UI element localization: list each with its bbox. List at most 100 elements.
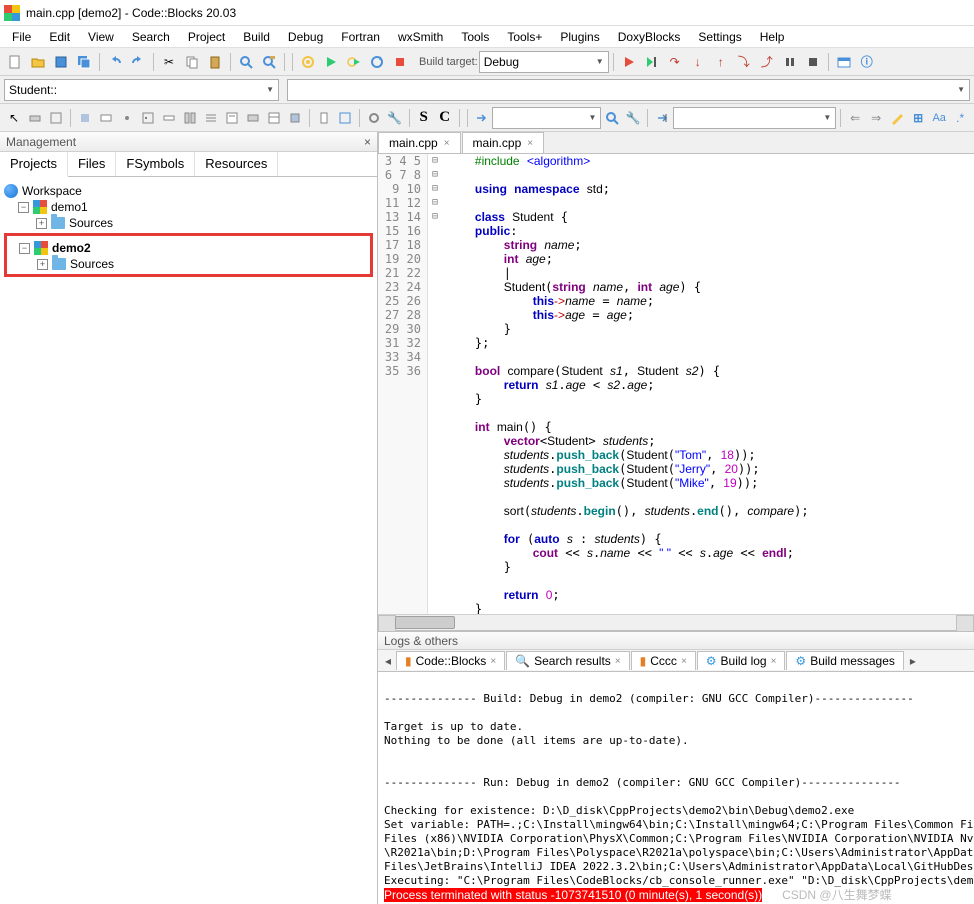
project-demo2[interactable]: − demo2 — [9, 240, 368, 256]
open-icon[interactable] — [27, 51, 49, 73]
build-target-combo[interactable]: Debug▼ — [479, 51, 609, 73]
sources-demo2[interactable]: + Sources — [9, 256, 368, 272]
wrench-icon[interactable]: 🔧 — [385, 107, 405, 129]
cursor-icon[interactable]: ↖ — [4, 107, 24, 129]
fold-column[interactable]: ⊟ ⊟ ⊟ ⊟ ⊟ — [428, 154, 442, 614]
break-icon[interactable] — [779, 51, 801, 73]
stop-debug-icon[interactable] — [802, 51, 824, 73]
next-line-icon[interactable]: ↷ — [664, 51, 686, 73]
h-scrollbar[interactable] — [378, 614, 974, 630]
debug-run-icon[interactable] — [618, 51, 640, 73]
tool-l-icon[interactable] — [264, 107, 284, 129]
mgmt-tab-projects[interactable]: Projects — [0, 152, 68, 177]
next-instr-icon[interactable]: ⤵ — [733, 51, 755, 73]
build-icon[interactable] — [297, 51, 319, 73]
mgmt-tab-fsymbols[interactable]: FSymbols — [116, 152, 195, 176]
tool-h-icon[interactable] — [180, 107, 200, 129]
undo-icon[interactable] — [104, 51, 126, 73]
redo-icon[interactable] — [127, 51, 149, 73]
build-run-icon[interactable] — [343, 51, 365, 73]
tool-d-icon[interactable] — [96, 107, 116, 129]
menu-edit[interactable]: Edit — [41, 28, 78, 46]
menu-help[interactable]: Help — [752, 28, 793, 46]
back-icon[interactable]: ⇐ — [845, 107, 865, 129]
close-icon[interactable]: × — [364, 135, 371, 149]
cut-icon[interactable]: ✂ — [158, 51, 180, 73]
log-tab-cccc[interactable]: ▮Cccc× — [631, 651, 696, 670]
search-combo-2[interactable]: ▼ — [673, 107, 836, 129]
mgmt-tab-files[interactable]: Files — [68, 152, 116, 176]
info-icon[interactable]: ⓘ — [856, 51, 878, 73]
menu-search[interactable]: Search — [124, 28, 178, 46]
letter-c-icon[interactable]: C — [435, 107, 455, 129]
tool-g-icon[interactable] — [159, 107, 179, 129]
fwd-icon[interactable]: ⇒ — [866, 107, 886, 129]
close-icon[interactable]: × — [527, 138, 533, 149]
rebuild-icon[interactable] — [366, 51, 388, 73]
tool-c-icon[interactable] — [75, 107, 95, 129]
log-tab-buildlog[interactable]: ⚙Build log× — [697, 651, 786, 670]
project-demo1[interactable]: − demo1 — [4, 199, 373, 215]
tool-f-icon[interactable] — [138, 107, 158, 129]
highlight-icon[interactable] — [887, 107, 907, 129]
menu-project[interactable]: Project — [180, 28, 233, 46]
stop-icon[interactable] — [389, 51, 411, 73]
mgmt-tab-resources[interactable]: Resources — [195, 152, 278, 176]
copy-icon[interactable] — [181, 51, 203, 73]
close-icon[interactable]: × — [444, 138, 450, 149]
goto-icon[interactable] — [471, 107, 491, 129]
new-file-icon[interactable] — [4, 51, 26, 73]
save-icon[interactable] — [50, 51, 72, 73]
collapse-icon[interactable]: − — [18, 202, 29, 213]
log-tab-search[interactable]: 🔍Search results× — [506, 651, 630, 670]
tool-m-icon[interactable] — [285, 107, 305, 129]
step-instr-icon[interactable]: ⤴ — [756, 51, 778, 73]
tool-o-icon[interactable] — [335, 107, 355, 129]
tab-main1[interactable]: main.cpp× — [378, 132, 461, 153]
menu-view[interactable]: View — [80, 28, 122, 46]
menu-doxyblocks[interactable]: DoxyBlocks — [610, 28, 689, 46]
replace-icon[interactable] — [258, 51, 280, 73]
menu-plugins[interactable]: Plugins — [552, 28, 607, 46]
letter-s-icon[interactable]: S — [414, 107, 434, 129]
member-combo[interactable]: ▼ — [287, 79, 970, 101]
search-combo-1[interactable]: ▼ — [492, 107, 601, 129]
menu-build[interactable]: Build — [235, 28, 278, 46]
regex-icon[interactable]: .* — [950, 107, 970, 129]
step-into-icon[interactable]: ↓ — [687, 51, 709, 73]
menu-tools[interactable]: Tools — [453, 28, 497, 46]
menu-debug[interactable]: Debug — [280, 28, 331, 46]
gear-icon[interactable] — [364, 107, 384, 129]
run-to-cursor-icon[interactable] — [641, 51, 663, 73]
tool-j-icon[interactable] — [222, 107, 242, 129]
search-icon[interactable] — [602, 107, 622, 129]
log-tab-codeblocks[interactable]: ▮Code::Blocks× — [396, 651, 505, 670]
workspace-node[interactable]: Workspace — [4, 183, 373, 199]
find-icon[interactable] — [235, 51, 257, 73]
sources-demo1[interactable]: + Sources — [4, 215, 373, 231]
tab-prev-icon[interactable]: ◂ — [380, 654, 396, 668]
menu-tools+[interactable]: Tools+ — [499, 28, 550, 46]
case-icon[interactable]: Aa — [929, 107, 949, 129]
tool-k-icon[interactable] — [243, 107, 263, 129]
collapse-icon[interactable]: − — [19, 243, 30, 254]
debug-windows-icon[interactable] — [833, 51, 855, 73]
tool-e-icon[interactable] — [117, 107, 137, 129]
tool-i-icon[interactable] — [201, 107, 221, 129]
expand-icon[interactable]: + — [37, 259, 48, 270]
menu-file[interactable]: File — [4, 28, 39, 46]
log-tab-buildmsg[interactable]: ⚙Build messages — [786, 651, 903, 670]
step-out-icon[interactable]: ↑ — [710, 51, 732, 73]
paste-icon[interactable] — [204, 51, 226, 73]
tool-a-icon[interactable] — [25, 107, 45, 129]
log-output[interactable]: -------------- Build: Debug in demo2 (co… — [378, 672, 974, 904]
code-editor[interactable]: #include <algorithm> using namespace std… — [442, 154, 974, 614]
tool-b-icon[interactable] — [46, 107, 66, 129]
goto2-icon[interactable] — [652, 107, 672, 129]
run-icon[interactable] — [320, 51, 342, 73]
menu-fortran[interactable]: Fortran — [333, 28, 388, 46]
tool-n-icon[interactable] — [314, 107, 334, 129]
tab-next-icon[interactable]: ▸ — [905, 654, 921, 668]
search-settings-icon[interactable]: 🔧 — [623, 107, 643, 129]
save-all-icon[interactable] — [73, 51, 95, 73]
